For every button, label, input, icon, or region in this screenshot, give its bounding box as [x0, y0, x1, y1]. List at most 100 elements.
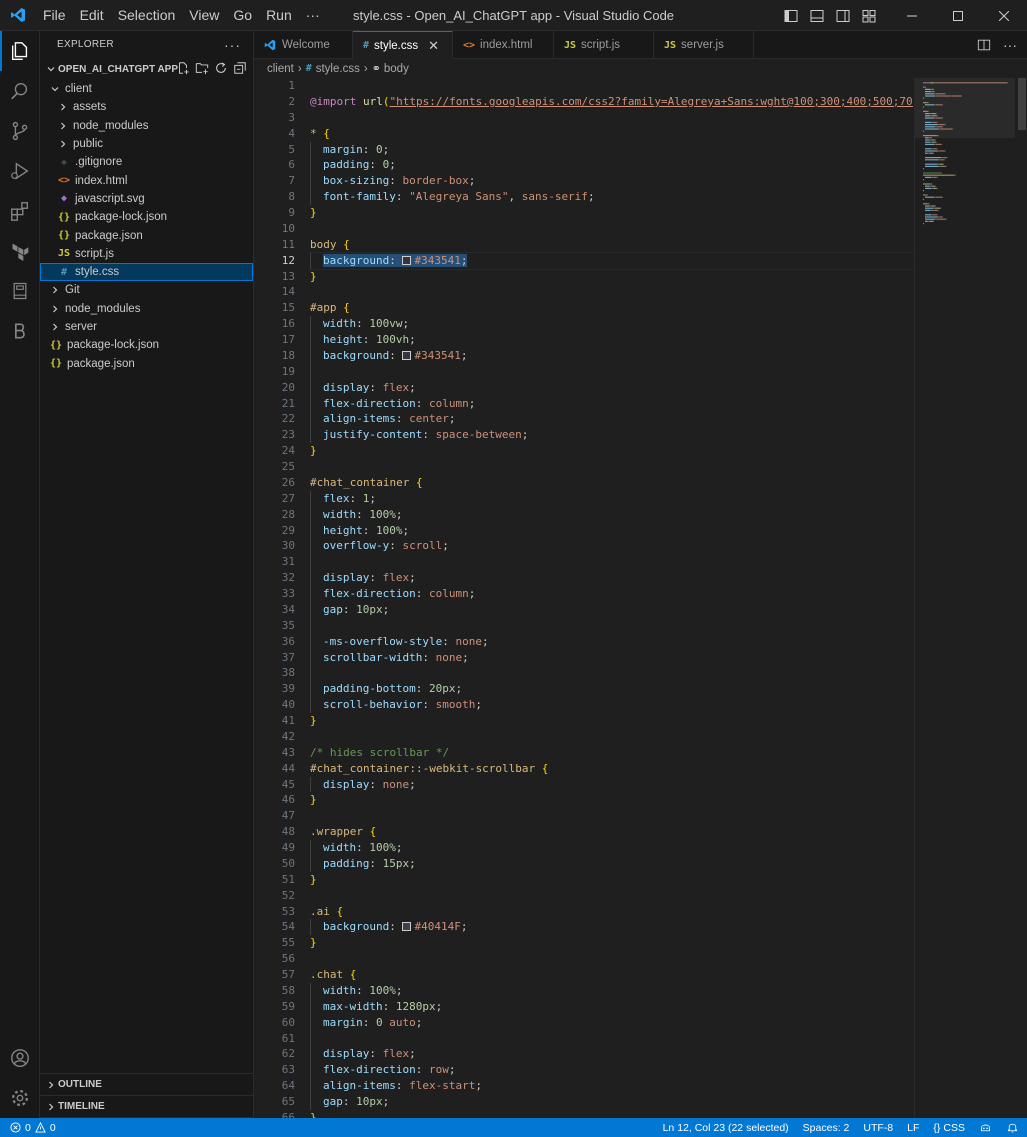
code-line[interactable] — [310, 459, 913, 475]
code-line[interactable]: .ai { — [310, 904, 913, 920]
color-swatch[interactable] — [402, 922, 412, 932]
close-window-button[interactable] — [981, 0, 1027, 31]
menu-go[interactable]: Go — [226, 0, 259, 31]
tree-folder[interactable]: assets — [40, 98, 253, 116]
code-line[interactable]: padding: 15px; — [310, 855, 913, 872]
color-swatch[interactable] — [402, 350, 412, 360]
tree-folder[interactable]: server — [40, 318, 253, 336]
code-line[interactable]: } — [310, 713, 913, 729]
code-line[interactable]: display: flex; — [310, 379, 913, 396]
code-line[interactable]: } — [310, 872, 913, 888]
code-line[interactable] — [310, 888, 913, 904]
breadcrumb-symbol[interactable]: body — [384, 63, 409, 75]
customize-layout-icon[interactable] — [861, 8, 877, 24]
tree-file[interactable]: <> index.html — [40, 171, 253, 189]
code-line[interactable]: width: 100%; — [310, 840, 913, 856]
code-line[interactable]: -ms-overflow-style: none; — [310, 633, 913, 650]
code-line[interactable] — [310, 808, 913, 824]
code-line[interactable]: overflow-y: scroll; — [310, 538, 913, 555]
menu-run[interactable]: Run — [259, 0, 299, 31]
code-line[interactable] — [310, 729, 913, 745]
tree-file[interactable]: {} package-lock.json — [40, 208, 253, 226]
code-line[interactable] — [310, 951, 913, 967]
minimap[interactable] — [914, 78, 1015, 1118]
minimize-button[interactable] — [889, 0, 935, 31]
code-line[interactable]: height: 100vh; — [310, 332, 913, 348]
code-line[interactable]: @import url("https://fonts.googleapis.co… — [310, 94, 913, 110]
scrollbar-thumb[interactable] — [1018, 78, 1026, 130]
maximize-button[interactable] — [935, 0, 981, 31]
code-line[interactable]: max-width: 1280px; — [310, 998, 913, 1015]
new-file-icon[interactable] — [176, 61, 190, 75]
code-line[interactable]: flex-direction: column; — [310, 586, 913, 602]
code-line[interactable]: * { — [310, 126, 913, 142]
code-line[interactable]: } — [310, 935, 913, 951]
tree-file[interactable]: {} package-lock.json — [40, 336, 253, 354]
code-line[interactable] — [310, 554, 913, 571]
code-line[interactable]: flex-direction: row; — [310, 1062, 913, 1079]
more-actions-icon[interactable]: ··· — [224, 37, 241, 53]
tree-folder[interactable]: node_modules — [40, 300, 253, 318]
code-line[interactable] — [310, 221, 913, 237]
code-line[interactable]: align-items: flex-start; — [310, 1078, 913, 1094]
refresh-icon[interactable] — [214, 61, 228, 75]
code-line[interactable]: gap: 10px; — [310, 1094, 913, 1110]
code-line[interactable]: body { — [310, 237, 913, 253]
language-mode[interactable]: {} CSS — [933, 1122, 965, 1134]
code-line[interactable] — [310, 363, 913, 380]
run-debug-icon[interactable] — [0, 151, 40, 191]
tree-file[interactable]: {} package.json — [40, 354, 253, 372]
code-line[interactable]: scroll-behavior: smooth; — [310, 697, 913, 713]
end-of-line[interactable]: LF — [907, 1122, 919, 1134]
menu-file[interactable]: File — [36, 0, 73, 31]
toggle-primary-sidebar-icon[interactable] — [783, 8, 799, 24]
tab-style-css[interactable]: # style.css ✕ — [353, 31, 453, 59]
code-line[interactable]: } — [310, 269, 913, 285]
breadcrumb-folder[interactable]: client — [267, 63, 294, 75]
toggle-panel-icon[interactable] — [809, 8, 825, 24]
timeline-section[interactable]: TIMELINE — [40, 1096, 253, 1118]
code-line[interactable]: } — [310, 792, 913, 808]
code-line[interactable] — [310, 284, 913, 300]
code-line[interactable]: #app { — [310, 300, 913, 316]
code-line[interactable]: flex: 1; — [310, 490, 913, 507]
code-line[interactable]: /* hides scrollbar */ — [310, 745, 913, 761]
notifications-bell-icon[interactable] — [1006, 1121, 1019, 1134]
code-line[interactable]: flex-direction: column; — [310, 395, 913, 412]
code-line[interactable]: width: 100%; — [310, 982, 913, 999]
tree-file[interactable]: JS script.js — [40, 245, 253, 263]
code-line[interactable]: #chat_container::-webkit-scrollbar { — [310, 761, 913, 777]
terraform-icon[interactable] — [0, 231, 40, 271]
code-area[interactable]: @import url("https://fonts.googleapis.co… — [310, 78, 913, 1118]
menu-selection[interactable]: Selection — [111, 0, 183, 31]
b-extension-icon[interactable] — [0, 311, 40, 351]
code-line[interactable]: justify-content: space-between; — [310, 427, 913, 444]
code-line[interactable]: } — [310, 205, 913, 221]
code-line[interactable]: } — [310, 443, 913, 459]
code-line[interactable] — [310, 110, 913, 126]
menu-edit[interactable]: Edit — [73, 0, 111, 31]
code-line[interactable]: padding-bottom: 20px; — [310, 681, 913, 698]
code-line[interactable]: align-items: center; — [310, 411, 913, 428]
tree-file[interactable]: ◈ .gitignore — [40, 153, 253, 171]
tab-index-html[interactable]: <> index.html — [453, 31, 554, 59]
notebook-icon[interactable] — [0, 271, 40, 311]
menu-more[interactable]: ··· — [299, 0, 327, 31]
menu-view[interactable]: View — [182, 0, 226, 31]
code-line[interactable] — [310, 1030, 913, 1047]
source-control-icon[interactable] — [0, 111, 40, 151]
tab-script-js[interactable]: JS script.js — [554, 31, 654, 59]
new-folder-icon[interactable] — [195, 61, 209, 75]
code-line[interactable]: #chat_container { — [310, 475, 913, 491]
toggle-secondary-sidebar-icon[interactable] — [835, 8, 851, 24]
code-line[interactable]: background: #343541; — [310, 251, 913, 270]
code-line[interactable]: margin: 0 auto; — [310, 1014, 913, 1031]
editor-scrollbar[interactable] — [1016, 78, 1027, 1118]
outline-section[interactable]: OUTLINE — [40, 1074, 253, 1096]
code-line[interactable]: margin: 0; — [310, 141, 913, 158]
encoding[interactable]: UTF-8 — [863, 1122, 893, 1134]
indentation[interactable]: Spaces: 2 — [803, 1122, 850, 1134]
code-line[interactable]: height: 100%; — [310, 522, 913, 539]
close-icon[interactable]: ✕ — [428, 38, 439, 54]
code-line[interactable]: } — [310, 1110, 913, 1118]
